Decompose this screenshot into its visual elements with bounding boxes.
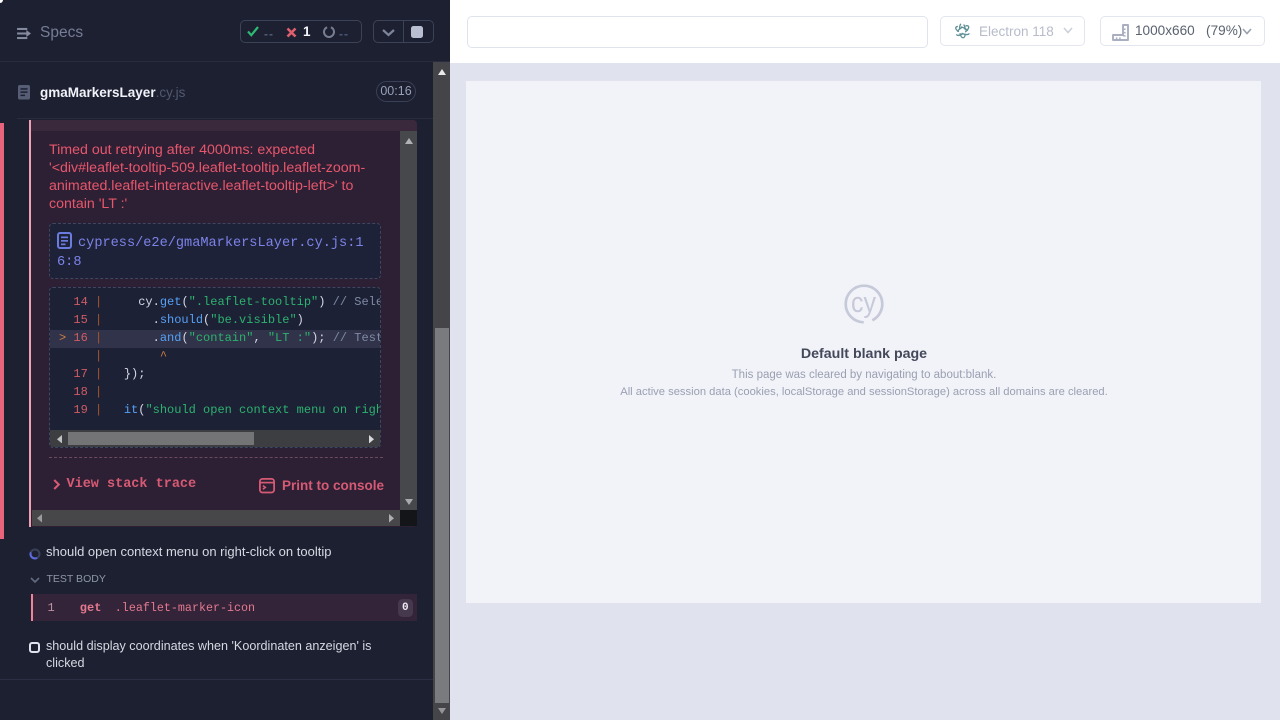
svg-text:cy: cy [851,286,877,318]
